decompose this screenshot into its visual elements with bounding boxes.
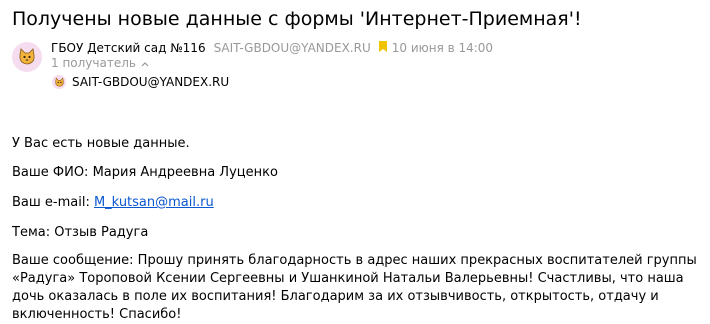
chevron-up-icon [141, 55, 149, 71]
cat-face-icon [19, 48, 35, 65]
body-message: Ваше сообщение: Прошу принять благодарно… [12, 253, 697, 322]
recipients-toggle[interactable]: 1 получатель [51, 55, 149, 71]
body-email-label: Ваш e-mail: [12, 195, 94, 210]
cat-avatar-icon[interactable] [12, 42, 42, 72]
body-fio: Ваше ФИО: Мария Андреевна Луценко [12, 165, 278, 180]
message-date: 10 июня в 14:00 [391, 41, 494, 55]
body-topic: Тема: Отзыв Радуга [12, 225, 149, 240]
bookmark-icon[interactable] [378, 39, 387, 57]
recipients-count: 1 получатель [51, 56, 136, 70]
recipient-avatar-icon [52, 75, 66, 89]
recipient-email[interactable]: SAIT-GBDOU@YANDEX.RU [72, 74, 229, 90]
sender-email[interactable]: SAIT-GBDOU@YANDEX.RU [214, 39, 371, 57]
body-email-line: Ваш e-mail: M_kutsan@mail.ru [12, 194, 214, 212]
email-subject: Получены новые данные с формы 'Интернет-… [12, 8, 582, 30]
body-email-link[interactable]: M_kutsan@mail.ru [94, 195, 214, 210]
body-intro: У Вас есть новые данные. [12, 136, 190, 151]
